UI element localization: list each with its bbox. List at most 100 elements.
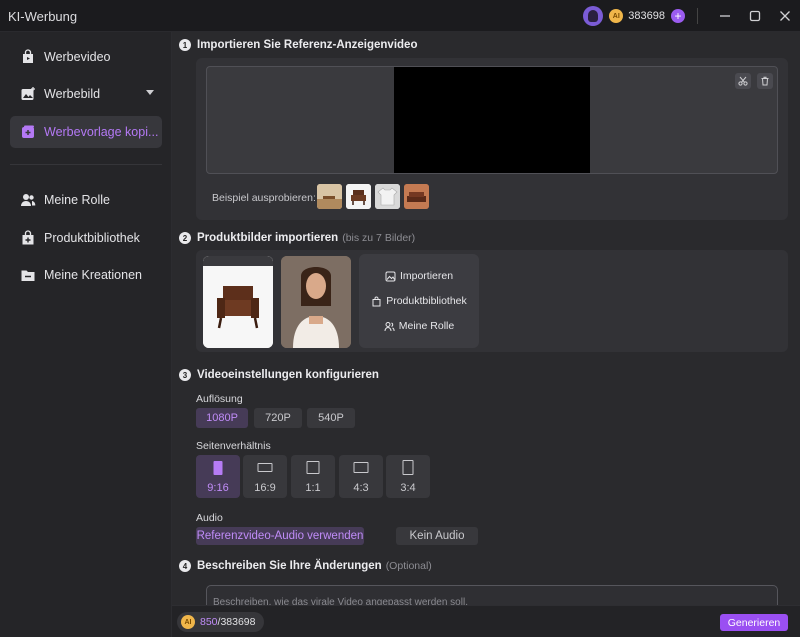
aspect-16-9[interactable]: 16:9 (243, 455, 287, 498)
resolution-720p[interactable]: 720P (254, 408, 302, 428)
example-label: Beispiel ausprobieren: (212, 192, 316, 204)
title-bar: KI-Werbung AI 383698 + (0, 0, 800, 32)
description-field[interactable] (206, 585, 778, 605)
armchair-image (203, 256, 273, 348)
sidebar-item-label: Meine Rolle (44, 193, 111, 207)
step-number: 4 (179, 560, 191, 572)
app-title: KI-Werbung (8, 9, 78, 24)
landscape-aspect-icon (257, 463, 273, 472)
step-number: 3 (179, 369, 191, 381)
step3-title: 3 Videoeinstellungen konfigurieren (179, 369, 379, 381)
example-sofa-image (404, 184, 429, 209)
title-separator (697, 8, 698, 24)
coin-icon: AI (181, 615, 195, 629)
aspect-label-text: 9:16 (207, 482, 229, 494)
my-role-button[interactable]: Meine Rolle (359, 320, 479, 332)
cut-button[interactable] (735, 73, 751, 89)
sidebar-item-werbebild[interactable]: Werbebild (10, 78, 162, 110)
folder-icon (21, 270, 35, 281)
maximize-icon (749, 10, 761, 22)
footer-bar: AI 850 /383698 Generieren (172, 605, 800, 637)
aspect-4-3[interactable]: 4:3 (339, 455, 383, 498)
step4-hint: (Optional) (385, 560, 432, 572)
close-icon (780, 11, 790, 21)
import-actions: Importieren Produktbibliothek Meine Roll… (359, 254, 479, 348)
product-library-label: Produktbibliothek (386, 295, 467, 307)
example-table-image (317, 184, 342, 209)
product-library-button[interactable]: Produktbibliothek (359, 295, 479, 307)
resolution-1080p[interactable]: 1080P (196, 408, 248, 428)
video-bag-icon (23, 49, 33, 63)
step1-title-text: Importieren Sie Referenz-Anzeigenvideo (197, 39, 418, 51)
example-shirt-image (375, 184, 400, 209)
aspect-label: Seitenverhältnis (196, 440, 271, 452)
step2-hint: (bis zu 7 Bilder) (342, 232, 416, 244)
sidebar-item-label: Werbevorlage kopi... (44, 125, 159, 139)
close-button[interactable] (770, 0, 800, 32)
square-aspect-icon (306, 461, 320, 474)
import-button[interactable]: Importieren (359, 270, 479, 282)
sidebar-item-meine-kreationen[interactable]: Meine Kreationen (10, 259, 162, 291)
image-import-icon (385, 271, 396, 281)
audio-reference[interactable]: Referenzvideo-Audio verwenden (196, 527, 364, 545)
aspect-label-text: 4:3 (353, 482, 369, 494)
product-image-model[interactable] (281, 256, 351, 348)
sidebar-item-label: Werbevideo (44, 50, 111, 64)
minimize-icon (720, 15, 730, 17)
generate-button[interactable]: Generieren (720, 614, 788, 631)
step4-title: 4 Beschreiben Sie Ihre Änderungen (Optio… (179, 560, 432, 572)
sidebar-item-label: Meine Kreationen (44, 268, 142, 282)
coin-icon: AI (609, 9, 624, 23)
main-content: 1 Importieren Sie Referenz-Anzeigenvideo… (172, 32, 800, 605)
description-input[interactable] (207, 586, 777, 605)
maximize-button[interactable] (740, 0, 770, 32)
cost-indicator: AI 850 /383698 (177, 612, 264, 632)
aspect-1-1[interactable]: 1:1 (291, 455, 335, 498)
resolution-540p[interactable]: 540P (307, 408, 355, 428)
sidebar-item-label: Produktbibliothek (44, 231, 140, 245)
product-bag-icon (22, 230, 34, 245)
four-three-aspect-icon (353, 462, 369, 473)
video-preview (394, 67, 590, 173)
sidebar-item-werbevideo[interactable]: Werbevideo (10, 41, 162, 73)
template-copy-icon (22, 125, 34, 138)
aspect-3-4[interactable]: 3:4 (386, 455, 430, 498)
step4-title-text: Beschreiben Sie Ihre Änderungen (197, 560, 382, 572)
sidebar-item-produktbibliothek[interactable]: Produktbibliothek (10, 222, 162, 254)
minimize-button[interactable] (710, 0, 740, 32)
reference-video-dropzone[interactable] (206, 66, 778, 174)
trash-icon (761, 76, 769, 86)
users-icon (21, 194, 36, 206)
model-portrait-image (281, 256, 351, 348)
example-chair-image (346, 184, 371, 209)
portrait-aspect-icon (213, 461, 223, 475)
sidebar-item-label: Werbebild (44, 87, 101, 101)
three-four-aspect-icon (402, 460, 414, 475)
avatar[interactable] (583, 6, 604, 26)
product-image-chair[interactable] (203, 256, 273, 348)
sidebar-item-werbevorlage[interactable]: Werbevorlage kopi... (10, 116, 162, 148)
step-number: 2 (179, 232, 191, 244)
image-plus-icon (21, 87, 35, 100)
step-number: 1 (179, 39, 191, 51)
example-thumb-4[interactable] (404, 184, 429, 209)
example-thumb-2[interactable] (346, 184, 371, 209)
step2-title: 2 Produktbilder importieren (bis zu 7 Bi… (179, 232, 415, 244)
scissors-icon (738, 76, 748, 86)
aspect-9-16[interactable]: 9:16 (196, 455, 240, 498)
import-label: Importieren (399, 270, 454, 282)
example-thumb-1[interactable] (317, 184, 342, 209)
audio-none[interactable]: Kein Audio (396, 527, 478, 545)
sidebar-divider (10, 164, 162, 165)
add-credits-button[interactable]: + (671, 9, 685, 23)
title-bar-controls: AI 383698 + (583, 0, 800, 32)
shopping-bag-icon (372, 296, 381, 306)
users-icon (384, 321, 395, 331)
delete-video-button[interactable] (757, 73, 773, 89)
credit-balance: 383698 (628, 10, 665, 22)
step1-title: 1 Importieren Sie Referenz-Anzeigenvideo (179, 39, 417, 51)
my-role-label: Meine Rolle (398, 320, 455, 332)
audio-label: Audio (196, 512, 223, 524)
sidebar-item-meine-rolle[interactable]: Meine Rolle (10, 184, 162, 216)
example-thumb-3[interactable] (375, 184, 400, 209)
